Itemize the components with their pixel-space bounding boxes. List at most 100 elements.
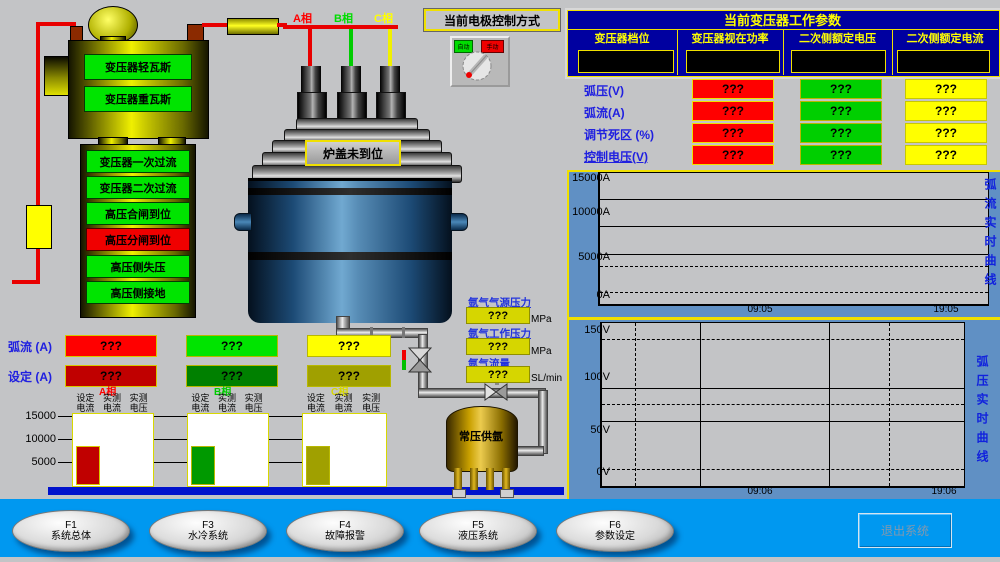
y-tick: 150V bbox=[574, 324, 610, 336]
x-tick: 09:06 bbox=[738, 486, 782, 497]
arc-current-row-label: 弧流 (A) bbox=[8, 338, 52, 355]
col-header-text: 二次侧额定电流 bbox=[907, 30, 984, 46]
col-header-line: 实测 bbox=[130, 393, 148, 403]
gridline bbox=[602, 421, 964, 422]
arc-current-a-readout: ??? bbox=[65, 335, 157, 357]
setpoint-current-bar-a bbox=[76, 446, 100, 485]
arc-voltage-b: ??? bbox=[800, 79, 882, 99]
gas-flow-unit: SL/min bbox=[531, 373, 562, 384]
arc-voltage-trend-title: 弧压实时曲线 bbox=[974, 355, 991, 469]
indicator-secondary-overcurrent: 变压器二次过流 bbox=[86, 176, 190, 199]
vessel-leg bbox=[470, 468, 478, 490]
params-table-title-text: 当前变压器工作参数 bbox=[724, 10, 841, 29]
y-tick: 15000A bbox=[566, 172, 610, 184]
gridline bbox=[600, 266, 988, 267]
bar-y-tick: 15000 bbox=[20, 410, 56, 422]
gridline bbox=[600, 226, 988, 227]
exit-button-label: 退出系统 bbox=[881, 522, 929, 539]
indicator-heavy-gas: 变压器重瓦斯 bbox=[84, 86, 192, 112]
gas-source-pressure-value: ??? bbox=[466, 307, 530, 324]
arc-voltage-label[interactable]: 弧压(V) bbox=[584, 82, 624, 99]
indicator-hv-open: 高压分闸到位 bbox=[86, 228, 190, 251]
readout-value: ??? bbox=[338, 369, 360, 383]
arc-current-label[interactable]: 弧流(A) bbox=[584, 104, 625, 121]
setpoint-current-bar-c bbox=[306, 446, 330, 485]
nav-button-system-overview[interactable]: F1 系统总体 bbox=[12, 510, 130, 552]
gridline bbox=[602, 469, 964, 470]
fkey-label: F4 bbox=[339, 520, 351, 531]
furnace-nozzle-right bbox=[450, 213, 468, 231]
control-voltage-a: ??? bbox=[692, 145, 774, 165]
col-header-power: 变压器视在功率 bbox=[677, 30, 783, 46]
readout-value: ??? bbox=[338, 339, 360, 353]
col-header-line: 实测 bbox=[335, 393, 353, 403]
setpoint-row-label: 设定 (A) bbox=[8, 368, 52, 385]
nav-button-water-cooling[interactable]: F3 水冷系统 bbox=[149, 510, 267, 552]
pipe-horizontal-lower bbox=[418, 388, 546, 398]
indicator-label: 高压侧失压 bbox=[111, 259, 166, 275]
arc-current-b-readout: ??? bbox=[186, 335, 278, 357]
power-value-cell bbox=[686, 50, 780, 73]
gas-working-pressure-unit: MPa bbox=[531, 346, 552, 357]
pipe-vertical-2 bbox=[538, 390, 548, 454]
bar-y-tick: 10000 bbox=[20, 433, 56, 445]
manual-valve-icon[interactable] bbox=[408, 347, 432, 373]
control-voltage-c: ??? bbox=[905, 145, 987, 165]
col-header-line: 电流 bbox=[307, 403, 325, 413]
param-value: ??? bbox=[935, 148, 957, 162]
voltage-value-cell bbox=[791, 50, 886, 73]
col-header-voltage: 二次侧额定电压 bbox=[783, 30, 892, 46]
bar-col-headers-c: 设定电流 实测电流 实测电压 bbox=[302, 393, 385, 415]
y-tick: 0A bbox=[566, 289, 610, 301]
param-value: ??? bbox=[830, 82, 852, 96]
param-value: ??? bbox=[830, 148, 852, 162]
bar-y-tick: 5000 bbox=[20, 456, 56, 468]
col-header-line: 实测 bbox=[103, 393, 121, 403]
param-value: ??? bbox=[935, 126, 957, 140]
bar-panel-b bbox=[187, 413, 269, 487]
valve-indicator bbox=[402, 350, 406, 370]
col-header-line: 电流 bbox=[191, 403, 209, 413]
gridline bbox=[602, 404, 964, 405]
indicator-label: 变压器一次过流 bbox=[100, 154, 177, 170]
indicator-primary-overcurrent: 变压器一次过流 bbox=[86, 150, 190, 173]
nav-button-parameter-setting[interactable]: F6 参数设定 bbox=[556, 510, 674, 552]
vessel-foot bbox=[452, 489, 466, 498]
gas-value-text: ??? bbox=[488, 341, 508, 353]
x-tick: 19:05 bbox=[924, 304, 968, 315]
nav-button-fault-alarm[interactable]: F4 故障报警 bbox=[286, 510, 404, 552]
vessel-leg bbox=[486, 468, 494, 490]
col-header-line: 实测 bbox=[245, 393, 263, 403]
deadband-a: ??? bbox=[692, 123, 774, 143]
arc-voltage-c: ??? bbox=[905, 79, 987, 99]
bar-panel-a bbox=[72, 413, 154, 487]
exit-system-button[interactable]: 退出系统 bbox=[858, 513, 952, 548]
fkey-label: F1 bbox=[65, 520, 77, 531]
col-header-line: 电流 bbox=[335, 403, 353, 413]
param-value: ??? bbox=[830, 126, 852, 140]
mode-selector-knob[interactable] bbox=[460, 50, 494, 82]
nav-button-label: 参数设定 bbox=[595, 531, 635, 543]
arc-voltage-plot-area bbox=[600, 322, 965, 488]
arc-current-c-readout: ??? bbox=[307, 335, 391, 357]
control-voltage-label[interactable]: 控制电压(V) bbox=[584, 148, 648, 165]
col-header-line: 设定 bbox=[191, 393, 209, 403]
indicator-hv-voltage-loss: 高压侧失压 bbox=[86, 255, 190, 278]
nav-button-label: 故障报警 bbox=[325, 531, 365, 543]
supply-valve-icon[interactable] bbox=[484, 383, 508, 401]
indicator-label: 变压器重瓦斯 bbox=[105, 91, 171, 107]
readout-value: ??? bbox=[221, 339, 243, 353]
nav-button-hydraulic-system[interactable]: F5 液压系统 bbox=[419, 510, 537, 552]
arc-voltage-a: ??? bbox=[692, 79, 774, 99]
vessel-foot bbox=[500, 489, 514, 498]
phase-a-drop bbox=[308, 29, 312, 71]
lid-status-badge: 炉盖未到位 bbox=[305, 140, 401, 166]
control-voltage-b: ??? bbox=[800, 145, 882, 165]
phase-a-label: A相 bbox=[293, 10, 312, 26]
gas-value-text: ??? bbox=[488, 369, 508, 381]
indicator-label: 高压侧接地 bbox=[111, 285, 166, 301]
setpoint-current-bar-b bbox=[191, 446, 215, 485]
deadband-c: ??? bbox=[905, 123, 987, 143]
furnace-band bbox=[248, 188, 452, 195]
deadband-label[interactable]: 调节死区 (%) bbox=[584, 126, 654, 143]
